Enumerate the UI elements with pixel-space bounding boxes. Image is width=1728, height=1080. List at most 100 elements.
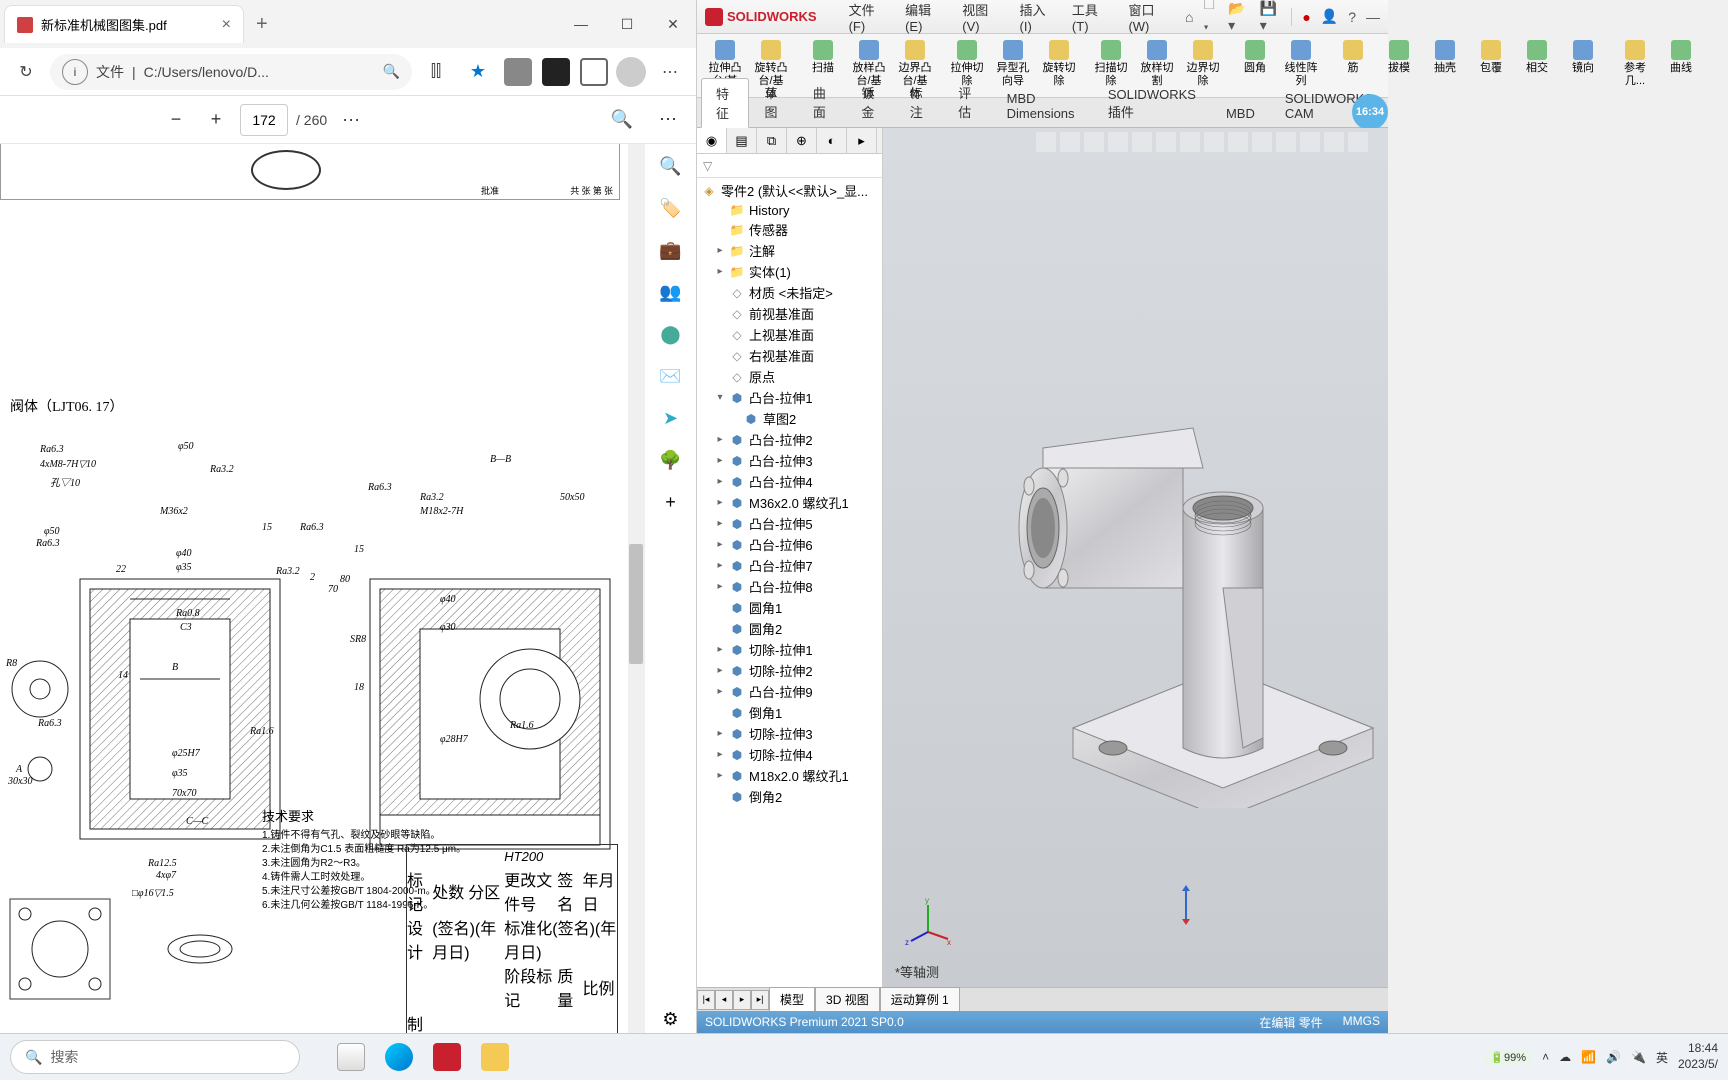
pdf-scrollbar[interactable] [628, 144, 644, 1033]
extensions-icon[interactable] [580, 58, 608, 86]
tree-item[interactable]: ▸⬢凸台-拉伸4 [697, 471, 882, 492]
tree-item[interactable]: ▸⬢切除-拉伸3 [697, 723, 882, 744]
vt-7[interactable] [1180, 132, 1200, 152]
sw-tab[interactable]: 标注 [895, 77, 943, 127]
sw-menu-item[interactable]: 工具(T) [1072, 0, 1113, 34]
sw-record-icon[interactable]: ● [1302, 9, 1310, 25]
tray-volume-icon[interactable]: 🔊 [1606, 1050, 1621, 1064]
sw-menu-item[interactable]: 编辑(E) [905, 0, 946, 34]
taskbar-search[interactable]: 🔍 搜索 [10, 1040, 300, 1074]
sw-tab[interactable]: MBD Dimensions [992, 85, 1093, 127]
vt-3[interactable] [1084, 132, 1104, 152]
tree-item[interactable]: ▸⬢凸台-拉伸7 [697, 555, 882, 576]
tree-tab-config-icon[interactable]: ▤ [727, 128, 757, 153]
vt-6[interactable] [1156, 132, 1176, 152]
info-icon[interactable]: i [62, 59, 88, 85]
ribbon-btn[interactable]: 包覆 [1469, 38, 1513, 77]
tree-item[interactable]: ⬢倒角2 [697, 786, 882, 807]
ribbon-btn[interactable]: 线性阵列 [1279, 38, 1323, 90]
expand-icon[interactable]: ▾ [715, 392, 725, 403]
tree-item[interactable]: ▸📁实体(1) [697, 261, 882, 282]
ext-icon-2[interactable] [542, 58, 570, 86]
sw-tab[interactable]: 特征 [701, 78, 749, 128]
sb-search-icon[interactable]: 🔍 [657, 152, 685, 180]
expand-icon[interactable]: ▸ [715, 560, 725, 571]
expand-icon[interactable]: ▸ [715, 581, 725, 592]
vt-1[interactable] [1036, 132, 1056, 152]
tree-item[interactable]: ▸⬢切除-拉伸1 [697, 639, 882, 660]
sw-menu-item[interactable]: 视图(V) [962, 0, 1003, 34]
vt-12[interactable] [1300, 132, 1320, 152]
tree-item[interactable]: 📁History [697, 201, 882, 219]
tree-item[interactable]: ▾⬢凸台-拉伸1 [697, 387, 882, 408]
sb-people-icon[interactable]: 👥 [657, 278, 685, 306]
close-window-button[interactable]: ✕ [650, 8, 696, 40]
sw-min-icon[interactable]: — [1366, 9, 1380, 25]
tree-item[interactable]: ◇上视基准面 [697, 324, 882, 345]
sw-open-icon[interactable]: 📂▾ [1228, 0, 1250, 34]
tree-item[interactable]: ▸⬢凸台-拉伸6 [697, 534, 882, 555]
tree-item[interactable]: ▸⬢切除-拉伸4 [697, 744, 882, 765]
pdf-tool-2[interactable]: ⋯ [652, 109, 684, 130]
sw-menu-item[interactable]: 窗口(W) [1128, 0, 1173, 34]
tree-item[interactable]: ▸⬢凸台-拉伸5 [697, 513, 882, 534]
vt-5[interactable] [1132, 132, 1152, 152]
ext-icon-1[interactable] [504, 58, 532, 86]
tree-filter[interactable]: ▽ [697, 154, 882, 178]
expand-icon[interactable]: ▸ [715, 476, 725, 487]
vt-14[interactable] [1348, 132, 1368, 152]
tree-item[interactable]: ▸⬢M18x2.0 螺纹孔1 [697, 765, 882, 786]
tray-ime[interactable]: 英 [1656, 1049, 1668, 1066]
sb-tag-icon[interactable]: 🏷️ [657, 194, 685, 222]
ribbon-btn[interactable]: 曲线 [1659, 38, 1703, 77]
sw-help-icon[interactable]: ? [1348, 9, 1356, 25]
btab-first[interactable]: |◂ [697, 990, 715, 1010]
edge-icon[interactable] [378, 1036, 420, 1078]
profile-avatar[interactable] [616, 57, 646, 87]
task-view-icon[interactable] [330, 1036, 372, 1078]
expand-icon[interactable]: ▸ [715, 434, 725, 445]
tree-item[interactable]: ◇右视基准面 [697, 345, 882, 366]
ribbon-btn[interactable]: 扫描 [801, 38, 845, 77]
sb-circle-icon[interactable]: ⬤ [657, 320, 685, 348]
sw-home-icon[interactable]: ⌂ [1185, 9, 1193, 25]
minimize-button[interactable]: — [558, 8, 604, 40]
tree-tab-prop-icon[interactable]: ⧉ [757, 128, 787, 153]
vt-10[interactable] [1252, 132, 1272, 152]
sb-toolbox-icon[interactable]: 💼 [657, 236, 685, 264]
vt-2[interactable] [1060, 132, 1080, 152]
tree-item[interactable]: ▸⬢凸台-拉伸9 [697, 681, 882, 702]
sw-tab[interactable]: 评估 [943, 77, 991, 127]
feature-tree[interactable]: ◈ 零件2 (默认<<默认>_显... 📁History📁传感器▸📁注解▸📁实体… [697, 178, 882, 987]
more-menu-button[interactable]: ⋯ [652, 54, 688, 90]
ribbon-btn[interactable]: 异型孔向导 [991, 38, 1035, 90]
btab-next[interactable]: ▸ [733, 990, 751, 1010]
sw-menu-item[interactable]: 插入(I) [1020, 0, 1056, 34]
sw-tab[interactable]: 钣金 [846, 77, 894, 127]
sw-tab[interactable]: MBD [1211, 100, 1270, 127]
tree-root-item[interactable]: ◈ 零件2 (默认<<默认>_显... [697, 180, 882, 201]
tray-wifi-icon[interactable]: 📶 [1581, 1050, 1596, 1064]
sw-tab[interactable]: 草图 [749, 77, 797, 127]
btab-prev[interactable]: ◂ [715, 990, 733, 1010]
ribbon-btn[interactable]: 相交 [1515, 38, 1559, 77]
tree-item[interactable]: 📁传感器 [697, 219, 882, 240]
ribbon-btn[interactable]: 筋 [1331, 38, 1375, 77]
pdf-viewport[interactable]: 共 张 第 张 批准 阀体（LJT06. 17） [0, 144, 696, 1033]
address-field[interactable]: i 文件 | C:/Users/lenovo/D... 🔍 [50, 54, 412, 90]
tray-onedrive-icon[interactable]: ☁ [1559, 1050, 1571, 1064]
expand-icon[interactable]: ▸ [715, 266, 725, 277]
tree-item[interactable]: ⬢圆角2 [697, 618, 882, 639]
tree-item[interactable]: ⬢倒角1 [697, 702, 882, 723]
vt-11[interactable] [1276, 132, 1296, 152]
sb-settings-icon[interactable]: ⚙ [657, 1005, 685, 1033]
tree-item[interactable]: ⬢圆角1 [697, 597, 882, 618]
sb-add-icon[interactable]: + [657, 488, 685, 516]
new-tab-button[interactable]: + [244, 13, 280, 36]
zoom-in-button[interactable]: + [200, 109, 232, 130]
expand-icon[interactable]: ▸ [715, 518, 725, 529]
vt-9[interactable] [1228, 132, 1248, 152]
vt-13[interactable] [1324, 132, 1344, 152]
tree-item[interactable]: ◇前视基准面 [697, 303, 882, 324]
model-viewport[interactable]: y x z *等轴测 [883, 128, 1388, 987]
